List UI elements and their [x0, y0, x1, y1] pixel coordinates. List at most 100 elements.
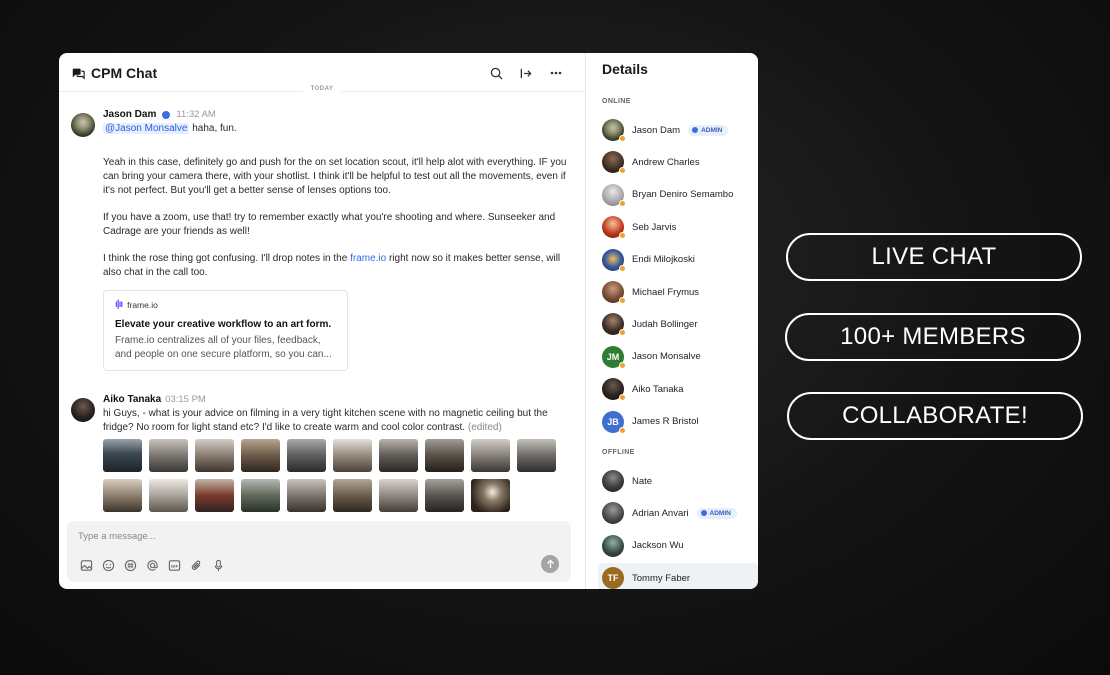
member-name: James R Bristol [632, 416, 699, 428]
chat-bubbles-icon [72, 68, 85, 80]
member-name: Tommy Faber [632, 572, 691, 584]
image-thumbnail[interactable] [471, 479, 510, 512]
member-avatar: JM [602, 345, 626, 369]
member-name: Jason Monsalve [632, 351, 701, 363]
avatar[interactable] [71, 398, 95, 422]
status-dot [619, 329, 626, 337]
gif-icon[interactable]: GIF [168, 559, 181, 572]
image-thumbnail[interactable] [333, 439, 372, 472]
member-avatar [602, 183, 626, 207]
member-row[interactable]: Jackson Wu [598, 531, 758, 561]
member-avatar [602, 119, 626, 142]
admin-icon [692, 127, 699, 133]
send-button[interactable] [541, 555, 559, 573]
arrow-up-icon [546, 559, 554, 569]
member-row[interactable]: Andrew Charles [598, 147, 758, 177]
image-thumbnail[interactable] [379, 479, 418, 512]
image-thumbnail[interactable] [517, 439, 556, 472]
member-name: Andrew Charles [632, 156, 700, 168]
attachment-icon[interactable] [190, 559, 203, 572]
message: Jason Dam 11:32 AM @Jason Monsalve haha,… [59, 108, 585, 371]
date-divider: TODAY [59, 86, 585, 92]
status-dot [619, 135, 626, 142]
member-row[interactable]: Seb Jarvis [598, 212, 758, 242]
preview-source: frame.io [127, 300, 158, 310]
mention-icon[interactable] [146, 559, 159, 572]
message-author[interactable]: Aiko Tanaka [103, 393, 161, 407]
member-name: Bryan Deniro Semambo [632, 189, 734, 201]
member-name: Judah Bollinger [632, 318, 698, 330]
verified-icon [162, 111, 171, 119]
member-row[interactable]: Aiko Tanaka [598, 374, 758, 404]
link-preview-card[interactable]: ı|ıı frame.io Elevate your creative workf… [103, 290, 348, 371]
member-name: Jason Dam [632, 124, 681, 136]
admin-label: ADMIN [701, 126, 723, 134]
member-avatar [602, 313, 626, 337]
member-name: Nate [632, 475, 653, 487]
image-thumbnail[interactable] [149, 439, 188, 472]
member-row[interactable]: Adrian Anvari ADMIN [598, 498, 758, 528]
image-icon[interactable] [80, 559, 93, 572]
avatar-initials: TF [607, 573, 619, 584]
member-row[interactable]: Bryan Deniro Semambo [598, 180, 758, 210]
member-row[interactable]: TF Tommy Faber [598, 563, 758, 589]
image-thumbnail[interactable] [149, 479, 188, 512]
member-avatar [602, 248, 626, 272]
admin-badge: ADMIN [688, 124, 729, 136]
user-mention[interactable]: @Jason Monsalve [103, 123, 190, 134]
member-row[interactable]: Nate [598, 466, 758, 496]
image-thumbnail[interactable] [333, 479, 372, 512]
status-dot [619, 232, 626, 240]
message-composer: GIF [67, 521, 571, 582]
image-thumbnail[interactable] [287, 439, 326, 472]
image-thumbnail[interactable] [425, 439, 464, 472]
message-author[interactable]: Jason Dam [103, 108, 156, 122]
status-dot [619, 264, 626, 272]
chat-title-text: CPM Chat [91, 65, 158, 81]
member-row[interactable]: Endi Milojkoski [598, 245, 758, 275]
image-thumbnail[interactable] [103, 439, 142, 472]
status-dot [619, 199, 626, 207]
member-avatar [602, 502, 624, 525]
search-icon[interactable] [489, 66, 503, 80]
message-text: If you have a zoom, use that! try to rem… [103, 212, 556, 237]
frameio-logo-icon: ı|ıı [115, 299, 123, 310]
emoji-icon[interactable] [102, 559, 115, 572]
image-thumbnail[interactable] [195, 439, 234, 472]
edited-label: (edited) [467, 422, 502, 433]
offline-section-label: OFFLINE [602, 449, 635, 456]
image-thumbnail[interactable] [471, 439, 510, 472]
status-dot [619, 426, 626, 434]
microphone-icon[interactable] [212, 559, 225, 572]
member-avatar [602, 281, 626, 304]
image-thumbnail[interactable] [241, 439, 280, 472]
collapse-panel-icon[interactable] [519, 66, 533, 80]
details-panel: Details ONLINE Jason Dam ADMIN Andrew Char… [586, 53, 758, 589]
members-pill[interactable]: 100+ MEMBERS [785, 313, 1081, 361]
image-thumbnail[interactable] [103, 479, 142, 512]
admin-badge: ADMIN [696, 507, 737, 519]
message-link[interactable]: frame.io [350, 253, 386, 264]
image-thumbnail[interactable] [195, 479, 234, 512]
message-input[interactable] [78, 531, 478, 542]
avatar-initials: JB [607, 416, 619, 427]
message-list[interactable]: Jason Dam 11:32 AM @Jason Monsalve haha,… [59, 108, 585, 517]
member-row[interactable]: JM Jason Monsalve [598, 342, 758, 372]
status-dot [619, 394, 626, 402]
image-thumbnail[interactable] [241, 479, 280, 512]
image-thumbnail[interactable] [287, 479, 326, 512]
member-row[interactable]: JB James R Bristol [598, 407, 758, 437]
more-options-icon[interactable] [549, 66, 563, 80]
image-thumbnail[interactable] [425, 479, 464, 512]
member-avatar [602, 151, 626, 175]
member-row[interactable]: Jason Dam ADMIN [598, 115, 758, 145]
image-thumbnail[interactable] [379, 439, 418, 472]
member-row[interactable]: Michael Frymus [598, 277, 758, 307]
collaborate-pill[interactable]: COLLABORATE! [787, 392, 1083, 440]
avatar[interactable] [71, 113, 95, 137]
live-chat-pill[interactable]: LIVE CHAT [786, 233, 1082, 281]
status-dot [619, 167, 626, 175]
admin-label: ADMIN [709, 509, 731, 517]
channel-icon[interactable] [124, 559, 137, 572]
member-row[interactable]: Judah Bollinger [598, 309, 758, 339]
